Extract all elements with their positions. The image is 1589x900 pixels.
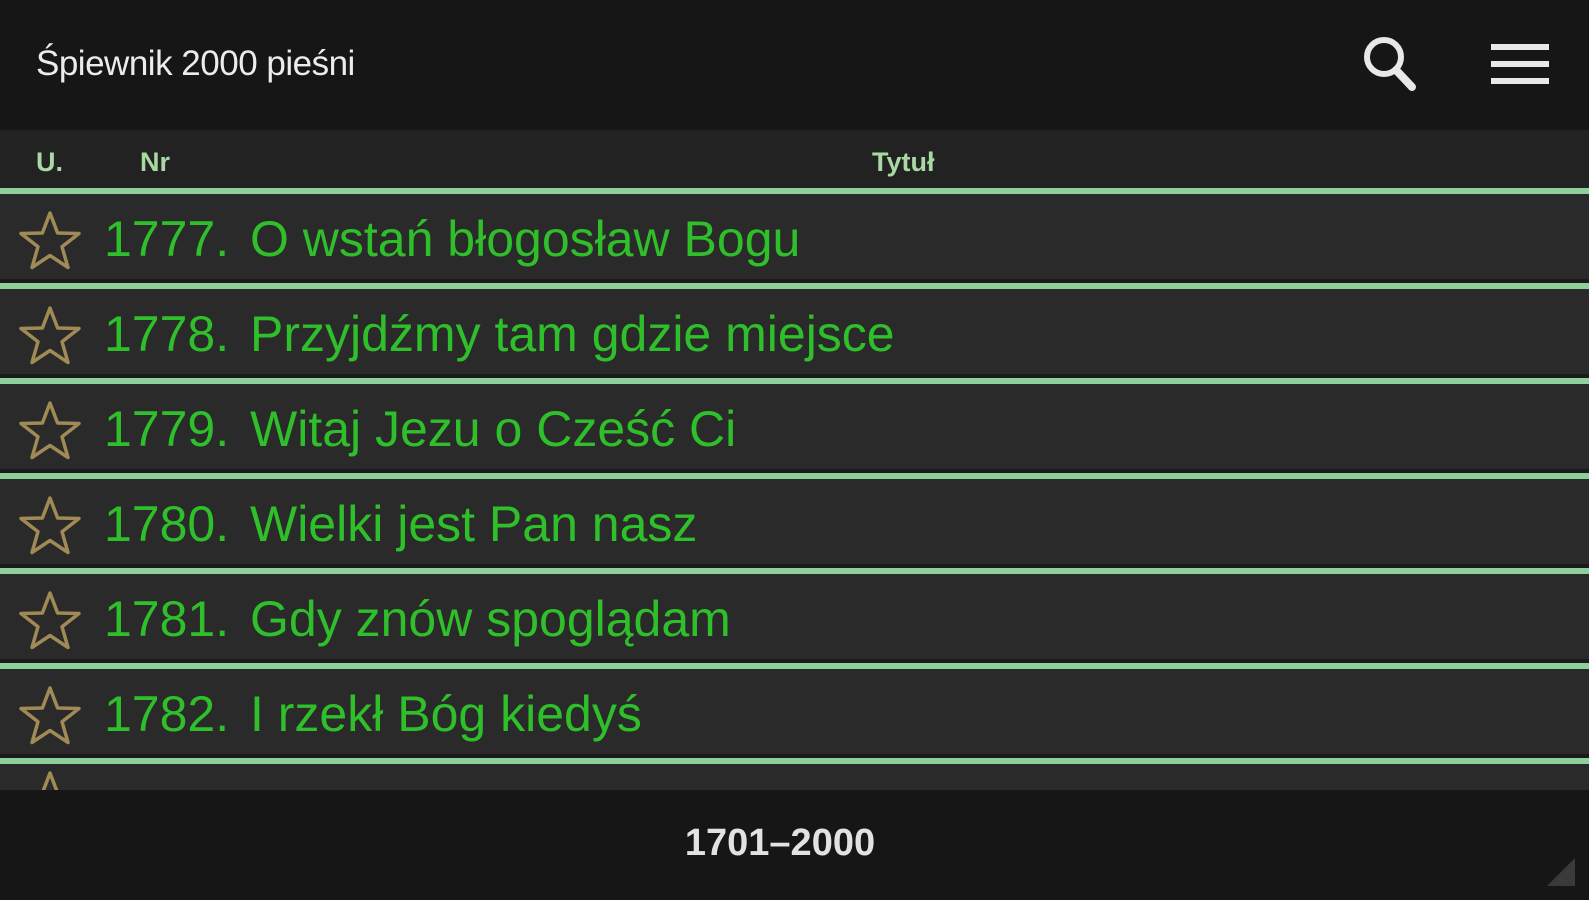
app-window: Śpiewnik 2000 pieśni U. Nr Tytuł 1777. O… bbox=[0, 0, 1589, 900]
range-selector[interactable]: 1701–2000 bbox=[0, 822, 1560, 865]
song-number: 1777. bbox=[104, 211, 230, 267]
favorite-star-icon[interactable] bbox=[16, 493, 84, 561]
song-title: Przyjdźmy tam gdzie miejsce bbox=[250, 306, 895, 362]
favorite-star-icon[interactable] bbox=[16, 683, 84, 751]
search-button[interactable] bbox=[1356, 30, 1426, 100]
app-title: Śpiewnik 2000 pieśni bbox=[36, 44, 355, 83]
column-number-header[interactable]: Nr bbox=[140, 147, 170, 178]
song-row[interactable]: 1780. Wielki jest Pan nasz bbox=[0, 473, 1589, 568]
song-row-partial[interactable] bbox=[0, 758, 1589, 790]
resize-handle-icon bbox=[1547, 858, 1575, 886]
favorite-star-icon[interactable] bbox=[16, 398, 84, 466]
menu-icon bbox=[1491, 44, 1549, 84]
song-title: O wstań błogosław Bogu bbox=[250, 211, 801, 267]
song-title: I rzekł Bóg kiedyś bbox=[250, 686, 642, 742]
song-title: Witaj Jezu o Cześć Ci bbox=[250, 401, 737, 457]
column-title-header[interactable]: Tytuł bbox=[872, 147, 935, 178]
favorite-star-icon[interactable] bbox=[16, 208, 84, 276]
song-row[interactable]: 1779. Witaj Jezu o Cześć Ci bbox=[0, 378, 1589, 473]
song-list[interactable]: 1777. O wstań błogosław Bogu 1778. Przyj… bbox=[0, 188, 1589, 790]
song-number: 1780. bbox=[104, 496, 230, 552]
song-number: 1781. bbox=[104, 591, 230, 647]
song-row[interactable]: 1777. O wstań błogosław Bogu bbox=[0, 188, 1589, 283]
column-fav-header[interactable]: U. bbox=[36, 147, 63, 178]
search-icon bbox=[1364, 37, 1416, 91]
bottom-bar: 1701–2000 bbox=[0, 790, 1589, 900]
song-title: Wielki jest Pan nasz bbox=[250, 496, 698, 552]
song-row[interactable]: 1781. Gdy znów spoglądam bbox=[0, 568, 1589, 663]
song-title: Gdy znów spoglądam bbox=[250, 591, 731, 647]
song-row[interactable]: 1782. I rzekł Bóg kiedyś bbox=[0, 663, 1589, 758]
song-row[interactable]: 1778. Przyjdźmy tam gdzie miejsce bbox=[0, 283, 1589, 378]
song-number: 1778. bbox=[104, 306, 230, 362]
app-bar: Śpiewnik 2000 pieśni bbox=[0, 0, 1589, 130]
favorite-star-icon[interactable] bbox=[16, 588, 84, 656]
column-header: U. Nr Tytuł bbox=[0, 130, 1589, 188]
song-number: 1782. bbox=[104, 686, 230, 742]
favorite-star-icon[interactable] bbox=[16, 303, 84, 371]
song-number: 1779. bbox=[104, 401, 230, 457]
menu-button[interactable] bbox=[1487, 30, 1557, 100]
